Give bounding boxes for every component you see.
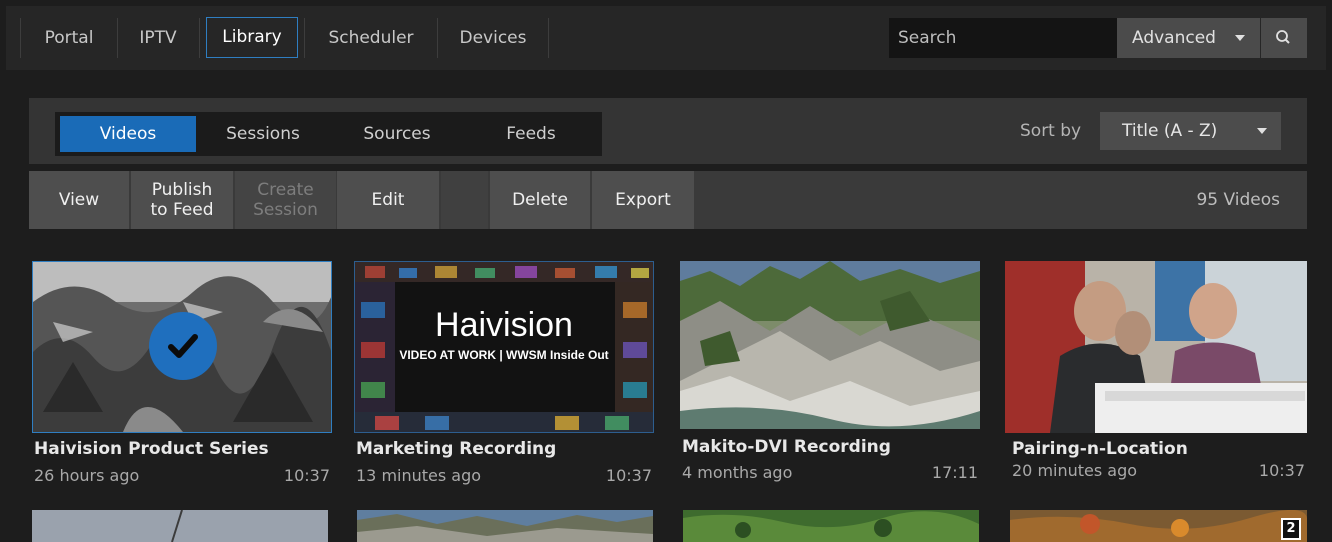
thumbnail-image bbox=[32, 510, 328, 542]
advanced-search-button[interactable]: Advanced bbox=[1117, 18, 1260, 58]
publish-label-line2: to Feed bbox=[150, 200, 214, 220]
video-thumbnail[interactable] bbox=[680, 261, 980, 429]
toolbar-spacer bbox=[441, 171, 488, 229]
video-tagline: VIDEO AT WORK | WWSM Inside Out bbox=[399, 348, 609, 362]
sort-label: Sort by bbox=[1020, 121, 1082, 141]
video-thumbnail[interactable] bbox=[357, 510, 653, 542]
chevron-down-icon bbox=[1235, 35, 1245, 41]
thumbnail-image bbox=[1010, 510, 1307, 542]
tab-sources[interactable]: Sources bbox=[330, 116, 464, 152]
video-title: Haivision Product Series bbox=[34, 439, 269, 459]
tab-feeds[interactable]: Feeds bbox=[464, 116, 598, 152]
video-count: 95 Videos bbox=[1196, 190, 1280, 210]
library-filter-bar: Videos Sessions Sources Feeds Sort by Ti… bbox=[29, 98, 1307, 164]
create-session-button[interactable]: Create Session bbox=[235, 171, 336, 229]
video-duration: 10:37 bbox=[283, 466, 330, 485]
create-label-line2: Session bbox=[253, 200, 318, 220]
search-button[interactable] bbox=[1261, 18, 1307, 58]
video-thumbnail[interactable] bbox=[32, 510, 328, 542]
delete-button[interactable]: Delete bbox=[490, 171, 590, 229]
nav-tab-library[interactable]: Library bbox=[206, 17, 298, 58]
rocky-river-thumbnail-image bbox=[680, 261, 980, 429]
video-title: Makito-DVI Recording bbox=[682, 437, 891, 457]
nav-tab-devices[interactable]: Devices bbox=[438, 18, 548, 58]
nav-divider bbox=[548, 18, 549, 58]
multi-part-badge: 2 bbox=[1281, 518, 1301, 540]
people-at-screen-thumbnail-image bbox=[1005, 261, 1307, 433]
video-thumbnail[interactable] bbox=[683, 510, 979, 542]
thumbnail-image bbox=[683, 510, 979, 542]
chevron-down-icon bbox=[1257, 128, 1267, 134]
video-duration: 10:37 bbox=[605, 466, 652, 485]
export-button[interactable]: Export bbox=[592, 171, 694, 229]
video-age: 20 minutes ago bbox=[1012, 461, 1138, 480]
advanced-label: Advanced bbox=[1132, 28, 1216, 48]
content-type-tabs: Videos Sessions Sources Feeds bbox=[55, 112, 602, 156]
search-icon bbox=[1276, 30, 1290, 44]
video-title: Pairing-n-Location bbox=[1012, 439, 1188, 459]
nav-tab-iptv[interactable]: IPTV bbox=[118, 18, 198, 58]
video-thumbnail[interactable] bbox=[32, 261, 332, 433]
video-age: 13 minutes ago bbox=[356, 466, 482, 485]
publish-label-line1: Publish bbox=[151, 180, 213, 200]
nav-tab-scheduler[interactable]: Scheduler bbox=[306, 18, 436, 58]
video-duration: 10:37 bbox=[1258, 461, 1305, 480]
top-nav: Portal IPTV Library Scheduler Devices Se… bbox=[6, 6, 1326, 70]
video-title: Marketing Recording bbox=[356, 439, 557, 459]
nav-divider bbox=[304, 18, 305, 58]
publish-to-feed-button[interactable]: Publish to Feed bbox=[131, 171, 233, 229]
checkmark-icon bbox=[168, 334, 198, 358]
sort-dropdown[interactable]: Title (A - Z) bbox=[1100, 112, 1281, 150]
view-button[interactable]: View bbox=[29, 171, 129, 229]
tab-videos[interactable]: Videos bbox=[60, 116, 196, 152]
search-input[interactable]: Search bbox=[889, 18, 1117, 58]
selected-check-badge bbox=[149, 312, 217, 380]
tab-sessions[interactable]: Sessions bbox=[196, 116, 330, 152]
video-age: 4 months ago bbox=[682, 463, 793, 482]
haivision-logo-text: Haivision bbox=[435, 306, 573, 344]
video-thumbnail[interactable] bbox=[1005, 261, 1307, 433]
create-label-line1: Create bbox=[257, 180, 314, 200]
thumbnail-image bbox=[357, 510, 653, 542]
nav-tab-portal[interactable]: Portal bbox=[21, 18, 117, 58]
edit-button[interactable]: Edit bbox=[337, 171, 439, 229]
video-thumbnail[interactable]: Haivision VIDEO AT WORK | WWSM Inside Ou… bbox=[354, 261, 654, 433]
video-thumbnail[interactable]: 2 bbox=[1010, 510, 1307, 542]
sort-value: Title (A - Z) bbox=[1122, 121, 1218, 141]
video-age: 26 hours ago bbox=[34, 466, 140, 485]
video-duration: 17:11 bbox=[931, 463, 978, 482]
action-toolbar: View Publish to Feed Create Session Edit D… bbox=[29, 171, 1307, 229]
nav-divider bbox=[199, 18, 200, 58]
